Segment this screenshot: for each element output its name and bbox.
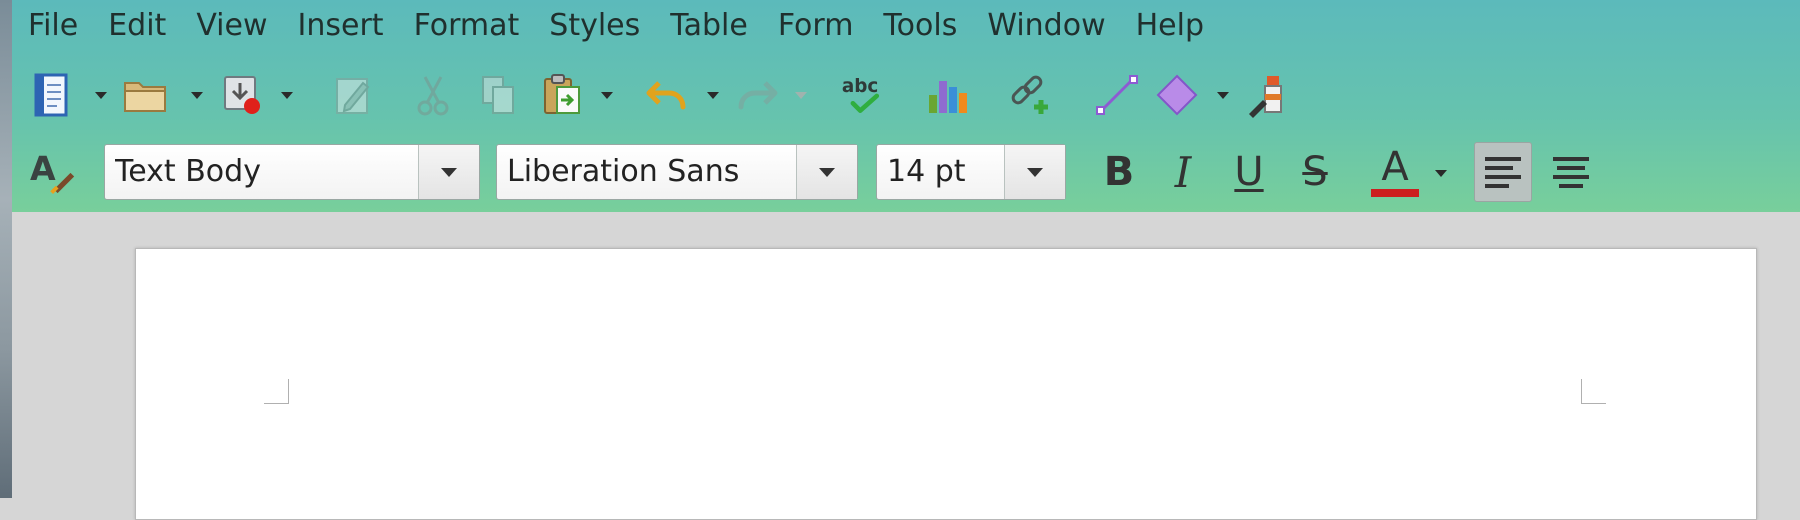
bold-button[interactable]: B <box>1090 142 1148 202</box>
undo-dropdown[interactable] <box>704 72 722 118</box>
standard-toolbar: abc <box>12 64 1800 126</box>
insert-line-button[interactable] <box>1094 72 1140 118</box>
undo-icon <box>646 81 686 110</box>
font-color-button[interactable]: A <box>1366 142 1424 202</box>
diamond-shape-icon <box>1156 74 1198 116</box>
font-color-dropdown[interactable] <box>1432 150 1450 196</box>
chevron-down-icon <box>1217 91 1229 99</box>
document-workspace <box>12 212 1800 520</box>
formatting-toolbar: A Text Body Liberation Sans 14 pt B I U <box>12 140 1800 202</box>
align-left-icon <box>1485 157 1521 188</box>
text-boundary-corner-left <box>264 379 289 404</box>
font-color-icon: A <box>1371 147 1419 197</box>
menu-tools[interactable]: Tools <box>868 0 972 52</box>
paragraph-style-icon: A <box>30 149 75 194</box>
spellcheck-icon: abc <box>842 76 880 113</box>
menu-bar: File Edit View Insert Format Styles Tabl… <box>12 0 1800 52</box>
styles-button[interactable]: A <box>30 148 76 194</box>
align-left-button[interactable] <box>1474 142 1532 202</box>
menu-format[interactable]: Format <box>399 0 535 52</box>
svg-text:abc: abc <box>842 76 878 97</box>
menu-view[interactable]: View <box>181 0 282 52</box>
italic-button[interactable]: I <box>1154 142 1212 202</box>
paragraph-style-combobox[interactable]: Text Body <box>104 144 480 200</box>
new-document-button[interactable] <box>28 72 74 118</box>
new-document-dropdown[interactable] <box>92 72 110 118</box>
edit-pencil-icon <box>336 78 370 114</box>
paste-dropdown[interactable] <box>598 72 616 118</box>
underline-button[interactable]: U <box>1220 142 1278 202</box>
clone-formatting-button[interactable] <box>1244 72 1290 118</box>
menu-help[interactable]: Help <box>1121 0 1219 52</box>
italic-icon: I <box>1174 147 1192 197</box>
font-color-swatch <box>1371 189 1419 197</box>
font-size-dropdown-button[interactable] <box>1004 145 1065 199</box>
insert-chart-button[interactable] <box>924 72 970 118</box>
save-icon <box>224 76 260 114</box>
strikethrough-icon: S <box>1302 149 1328 195</box>
open-button[interactable] <box>122 72 168 118</box>
hyperlink-icon <box>1011 75 1048 114</box>
menu-styles[interactable]: Styles <box>534 0 655 52</box>
basic-shapes-button[interactable] <box>1154 72 1200 118</box>
align-center-icon <box>1553 157 1589 188</box>
undo-button[interactable] <box>644 72 690 118</box>
chevron-down-icon <box>601 91 613 99</box>
spellcheck-button[interactable]: abc <box>840 72 886 118</box>
redo-icon <box>738 81 778 110</box>
redo-dropdown[interactable] <box>792 72 810 118</box>
basic-shapes-dropdown[interactable] <box>1214 72 1232 118</box>
font-size-combobox[interactable]: 14 pt <box>876 144 1066 200</box>
save-dropdown[interactable] <box>278 72 296 118</box>
menu-form[interactable]: Form <box>763 0 869 52</box>
new-document-icon <box>34 73 68 117</box>
paste-button[interactable] <box>540 72 586 118</box>
menu-file[interactable]: File <box>12 0 93 52</box>
document-page[interactable] <box>135 248 1757 520</box>
paste-icon <box>544 74 580 114</box>
font-size-value: 14 pt <box>887 154 966 189</box>
chevron-down-icon <box>95 91 107 99</box>
copy-button[interactable] <box>476 72 522 118</box>
svg-text:A: A <box>30 149 56 188</box>
paragraph-style-value: Text Body <box>115 154 261 189</box>
edit-mode-button[interactable] <box>330 72 376 118</box>
underline-icon: U <box>1234 149 1264 195</box>
chevron-down-icon <box>795 91 807 99</box>
open-dropdown[interactable] <box>188 72 206 118</box>
align-center-button[interactable] <box>1542 142 1600 202</box>
font-color-letter: A <box>1381 144 1409 190</box>
insert-hyperlink-button[interactable] <box>1008 72 1054 118</box>
redo-button[interactable] <box>734 72 780 118</box>
window-chrome: File Edit View Insert Format Styles Tabl… <box>12 0 1800 212</box>
chevron-down-icon <box>707 91 719 99</box>
chevron-down-icon <box>441 167 457 177</box>
chevron-down-icon <box>1027 167 1043 177</box>
chevron-down-icon <box>281 91 293 99</box>
paragraph-style-dropdown-button[interactable] <box>418 145 479 199</box>
cut-button[interactable] <box>410 72 456 118</box>
clone-formatting-icon <box>1249 76 1282 118</box>
open-folder-icon <box>124 82 166 112</box>
chevron-down-icon <box>1435 169 1447 177</box>
text-boundary-corner-right <box>1581 379 1606 404</box>
menu-edit[interactable]: Edit <box>93 0 181 52</box>
chevron-down-icon <box>819 167 835 177</box>
bold-icon: B <box>1103 149 1135 195</box>
copy-icon <box>482 76 514 114</box>
bar-chart-icon <box>929 81 967 113</box>
strikethrough-button[interactable]: S <box>1286 142 1344 202</box>
menu-window[interactable]: Window <box>972 0 1120 52</box>
menu-insert[interactable]: Insert <box>283 0 399 52</box>
font-name-value: Liberation Sans <box>507 154 740 189</box>
font-name-combobox[interactable]: Liberation Sans <box>496 144 858 200</box>
save-button[interactable] <box>218 72 264 118</box>
menu-table[interactable]: Table <box>655 0 763 52</box>
cut-scissors-icon <box>417 76 449 116</box>
font-name-dropdown-button[interactable] <box>796 145 857 199</box>
line-icon <box>1096 75 1138 115</box>
chevron-down-icon <box>191 91 203 99</box>
desktop-background <box>0 0 12 498</box>
